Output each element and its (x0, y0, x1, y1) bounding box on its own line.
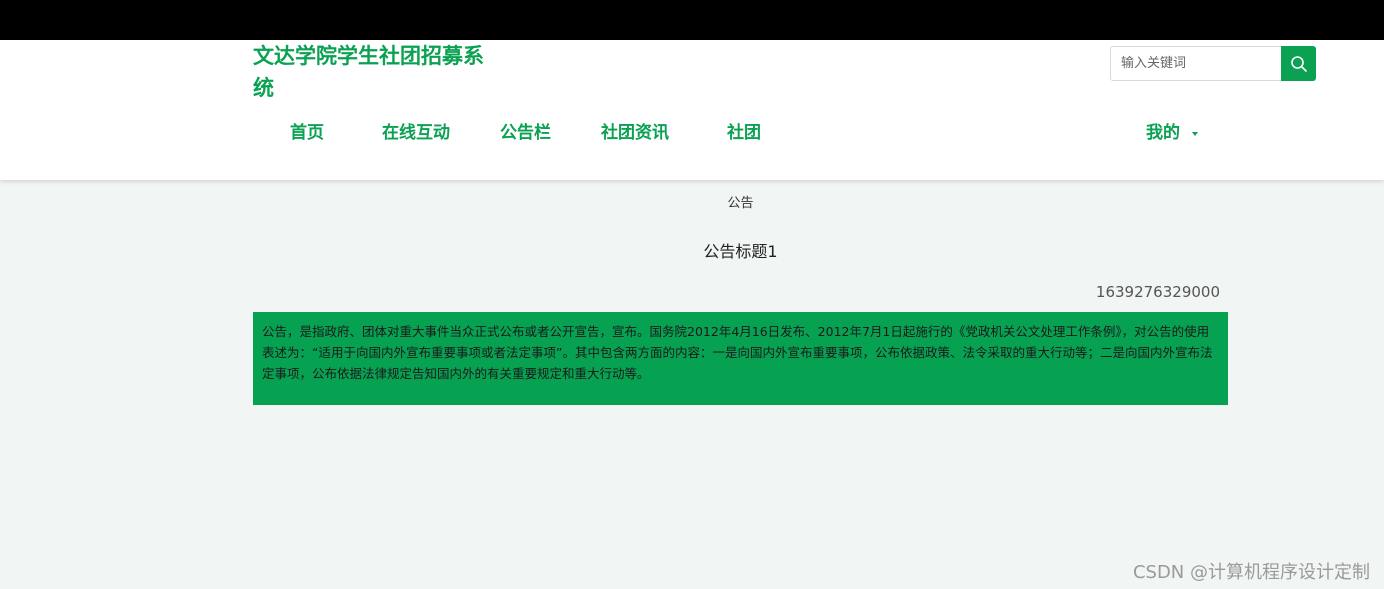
user-menu-label: 我的 (1146, 123, 1180, 143)
user-menu[interactable]: 我的 (1146, 120, 1198, 146)
search-button[interactable] (1281, 46, 1316, 81)
publish-timestamp: 1639276329000 (1095, 283, 1220, 301)
nav-item-interaction[interactable]: 在线互动 (382, 120, 450, 146)
search-icon (1290, 55, 1307, 72)
watermark: CSDN @计算机程序设计定制 (1132, 562, 1370, 583)
top-black-bar (0, 0, 1384, 40)
main-nav: 首页 在线互动 公告栏 社团资讯 社团 我的 (0, 120, 1384, 146)
chevron-down-icon (1192, 132, 1198, 136)
search-bar (1110, 46, 1316, 81)
breadcrumb: 公告 (727, 196, 754, 211)
announcement-content: 公告，是指政府、团体对重大事件当众正式公布或者公开宣告，宣布。国务院2012年4… (253, 312, 1228, 405)
nav-item-home[interactable]: 首页 (290, 120, 324, 146)
search-input[interactable] (1110, 46, 1282, 81)
page-title: 公告标题1 (703, 242, 778, 261)
nav-item-club-news[interactable]: 社团资讯 (601, 120, 669, 146)
site-header: 文达学院学生社团招募系统 首页 在线互动 公告栏 社团资讯 社团 我的 (0, 40, 1384, 180)
nav-item-announcements[interactable]: 公告栏 (500, 120, 551, 146)
site-title[interactable]: 文达学院学生社团招募系统 (253, 40, 493, 104)
nav-item-clubs[interactable]: 社团 (727, 120, 761, 146)
